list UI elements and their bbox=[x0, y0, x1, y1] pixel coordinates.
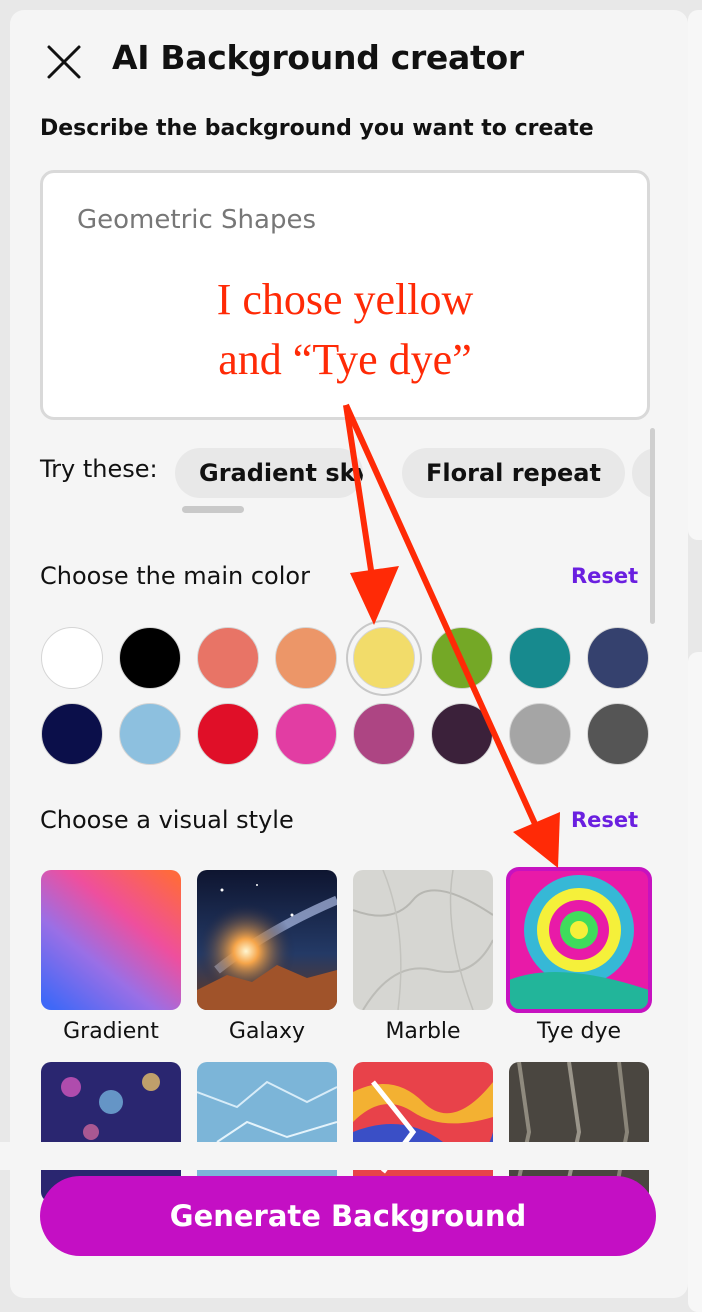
style-thumb-marble[interactable] bbox=[353, 870, 493, 1010]
bottom-fade bbox=[0, 1142, 678, 1170]
color-swatch[interactable] bbox=[197, 703, 259, 765]
color-swatch[interactable] bbox=[431, 627, 493, 689]
style-name-galaxy: Galaxy bbox=[228, 1019, 306, 1044]
generate-background-button[interactable]: Generate Background bbox=[40, 1176, 656, 1256]
annotation-line-1: I chose yellow bbox=[216, 275, 474, 324]
annotation-text: I chose yellow and “Tye dye” bbox=[120, 270, 570, 390]
color-swatch[interactable] bbox=[509, 627, 571, 689]
style-thumb-galaxy[interactable] bbox=[197, 870, 337, 1010]
prompt-text: Geometric Shapes bbox=[77, 205, 317, 235]
annotation-line-2: and “Tye dye” bbox=[218, 335, 472, 384]
style-thumb-gradient[interactable] bbox=[41, 870, 181, 1010]
style-name-gradient: Gradient bbox=[63, 1019, 159, 1044]
color-swatch[interactable] bbox=[353, 703, 415, 765]
style-section-label: Choose a visual style bbox=[40, 806, 294, 834]
color-swatch[interactable] bbox=[275, 703, 337, 765]
color-swatch[interactable] bbox=[119, 627, 181, 689]
color-swatch[interactable] bbox=[509, 703, 571, 765]
color-swatch[interactable] bbox=[431, 703, 493, 765]
side-rail-bottom bbox=[688, 652, 702, 1312]
style-name-marble: Marble bbox=[385, 1019, 461, 1044]
color-swatch[interactable] bbox=[41, 627, 103, 689]
color-swatch[interactable] bbox=[41, 703, 103, 765]
style-name-tye-dye: Tye dye bbox=[536, 1019, 622, 1044]
color-reset-link[interactable]: Reset bbox=[571, 564, 638, 588]
suggestions-label: Try these: bbox=[40, 455, 158, 483]
close-icon[interactable] bbox=[46, 44, 82, 80]
style-thumb-tye-dye[interactable] bbox=[506, 867, 652, 1013]
panel-title: AI Background creator bbox=[112, 38, 524, 77]
color-swatch[interactable] bbox=[587, 703, 649, 765]
side-rail-top bbox=[688, 10, 702, 540]
color-swatch[interactable] bbox=[197, 627, 259, 689]
prompt-label: Describe the background you want to crea… bbox=[40, 116, 594, 141]
suggestion-chip-gradient-sky[interactable]: Gradient sky bbox=[175, 448, 363, 498]
suggestion-chip-floral-repeat[interactable]: Floral repeat bbox=[402, 448, 625, 498]
color-swatch[interactable] bbox=[119, 703, 181, 765]
color-section-label: Choose the main color bbox=[40, 562, 310, 590]
color-swatch[interactable] bbox=[353, 627, 415, 689]
color-swatch[interactable] bbox=[275, 627, 337, 689]
chips-scrollbar[interactable] bbox=[182, 506, 244, 513]
panel-scrollbar[interactable] bbox=[650, 428, 655, 624]
color-swatch[interactable] bbox=[587, 627, 649, 689]
suggestion-chips[interactable]: Gradient sky Floral repeat bbox=[175, 448, 653, 498]
style-reset-link[interactable]: Reset bbox=[571, 808, 638, 832]
